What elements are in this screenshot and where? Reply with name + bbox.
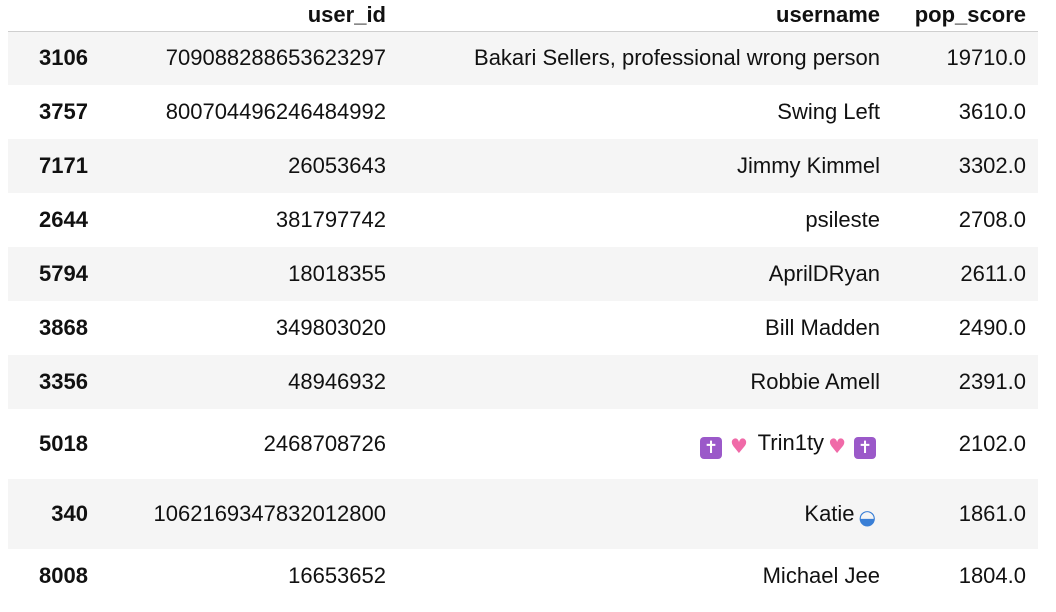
billed-cap-icon: ◒	[858, 504, 876, 529]
user-id-cell: 1062169347832012800	[153, 501, 386, 526]
user-id-cell: 381797742	[275, 207, 386, 232]
column-header-user-id: user_id	[100, 0, 398, 32]
username-cell: Robbie Amell	[750, 369, 880, 394]
row-index: 2644	[39, 207, 88, 232]
row-index: 7171	[39, 153, 88, 178]
username-text: Trin1ty	[757, 429, 825, 455]
username-cell: Katie ◒	[398, 479, 892, 549]
username-cell: ✝ ♥ Trin1ty ♥ ✝	[398, 409, 892, 479]
row-index: 3757	[39, 99, 88, 124]
row-index: 5018	[39, 431, 88, 456]
pop-score-cell: 19710.0	[946, 45, 1026, 71]
column-header-pop-score: pop_score	[892, 0, 1038, 32]
user-id-cell: 709088288653623297	[165, 45, 386, 71]
table-row: 3868 349803020 Bill Madden 2490.0	[8, 301, 1038, 355]
table-row: 3356 48946932 Robbie Amell 2391.0	[8, 355, 1038, 409]
username-cell: Bakari Sellers, professional wrong perso…	[474, 45, 880, 71]
pop-score-cell: 3302.0	[958, 153, 1026, 178]
row-index: 3356	[39, 369, 88, 394]
table-row: 2644 381797742 psileste 2708.0	[8, 193, 1038, 247]
user-id-cell: 26053643	[288, 153, 386, 178]
username-cell: Michael Jee	[762, 563, 880, 588]
user-id-cell: 16653652	[288, 563, 386, 588]
pop-score-cell: 2611.0	[960, 261, 1026, 286]
username-cell: psileste	[805, 207, 880, 232]
pop-score-cell: 2490.0	[958, 315, 1026, 340]
row-index: 3868	[39, 315, 88, 340]
username-cell: Swing Left	[777, 99, 880, 124]
username-text: Katie	[804, 500, 855, 526]
pop-score-cell: 2102.0	[958, 431, 1026, 456]
dataframe-table: user_id username pop_score 3106 70908828…	[8, 0, 1038, 603]
column-header-username: username	[398, 0, 892, 32]
table-row: 8008 16653652 Michael Jee 1804.0	[8, 549, 1038, 603]
table-row: 340 1062169347832012800 Katie ◒ 1861.0	[8, 479, 1038, 549]
index-header	[8, 0, 100, 32]
user-id-cell: 2468708726	[263, 431, 386, 456]
row-index: 5794	[39, 261, 88, 286]
latin-cross-icon: ✝	[699, 436, 722, 459]
user-id-cell: 18018355	[288, 261, 386, 286]
pop-score-cell: 1861.0	[958, 501, 1026, 526]
sparkling-heart-icon: ♥	[828, 433, 846, 458]
pop-score-cell: 1804.0	[958, 563, 1026, 588]
latin-cross-icon: ✝	[854, 436, 876, 459]
table-row: 3757 800704496246484992 Swing Left 3610.…	[8, 85, 1038, 139]
table-row: 7171 26053643 Jimmy Kimmel 3302.0	[8, 139, 1038, 193]
header-row: user_id username pop_score	[8, 0, 1038, 32]
row-index: 3106	[39, 45, 88, 71]
pop-score-cell: 2708.0	[958, 207, 1026, 232]
user-id-cell: 48946932	[288, 369, 386, 394]
user-id-cell: 349803020	[275, 315, 386, 340]
username-cell: AprilDRyan	[768, 261, 880, 286]
row-index: 8008	[39, 563, 88, 588]
sparkling-heart-icon: ♥	[729, 433, 748, 458]
table-row: 5794 18018355 AprilDRyan 2611.0	[8, 247, 1038, 301]
user-id-cell: 800704496246484992	[165, 99, 386, 124]
username-cell: Bill Madden	[765, 315, 880, 340]
username-cell: Jimmy Kimmel	[737, 153, 880, 178]
row-index: 340	[51, 501, 88, 526]
table-row: 3106 709088288653623297 Bakari Sellers, …	[8, 31, 1038, 85]
pop-score-cell: 3610.0	[958, 99, 1026, 124]
table-row: 5018 2468708726 ✝ ♥ Trin1ty ♥ ✝ 2102.0	[8, 409, 1038, 479]
pop-score-cell: 2391.0	[958, 369, 1026, 394]
